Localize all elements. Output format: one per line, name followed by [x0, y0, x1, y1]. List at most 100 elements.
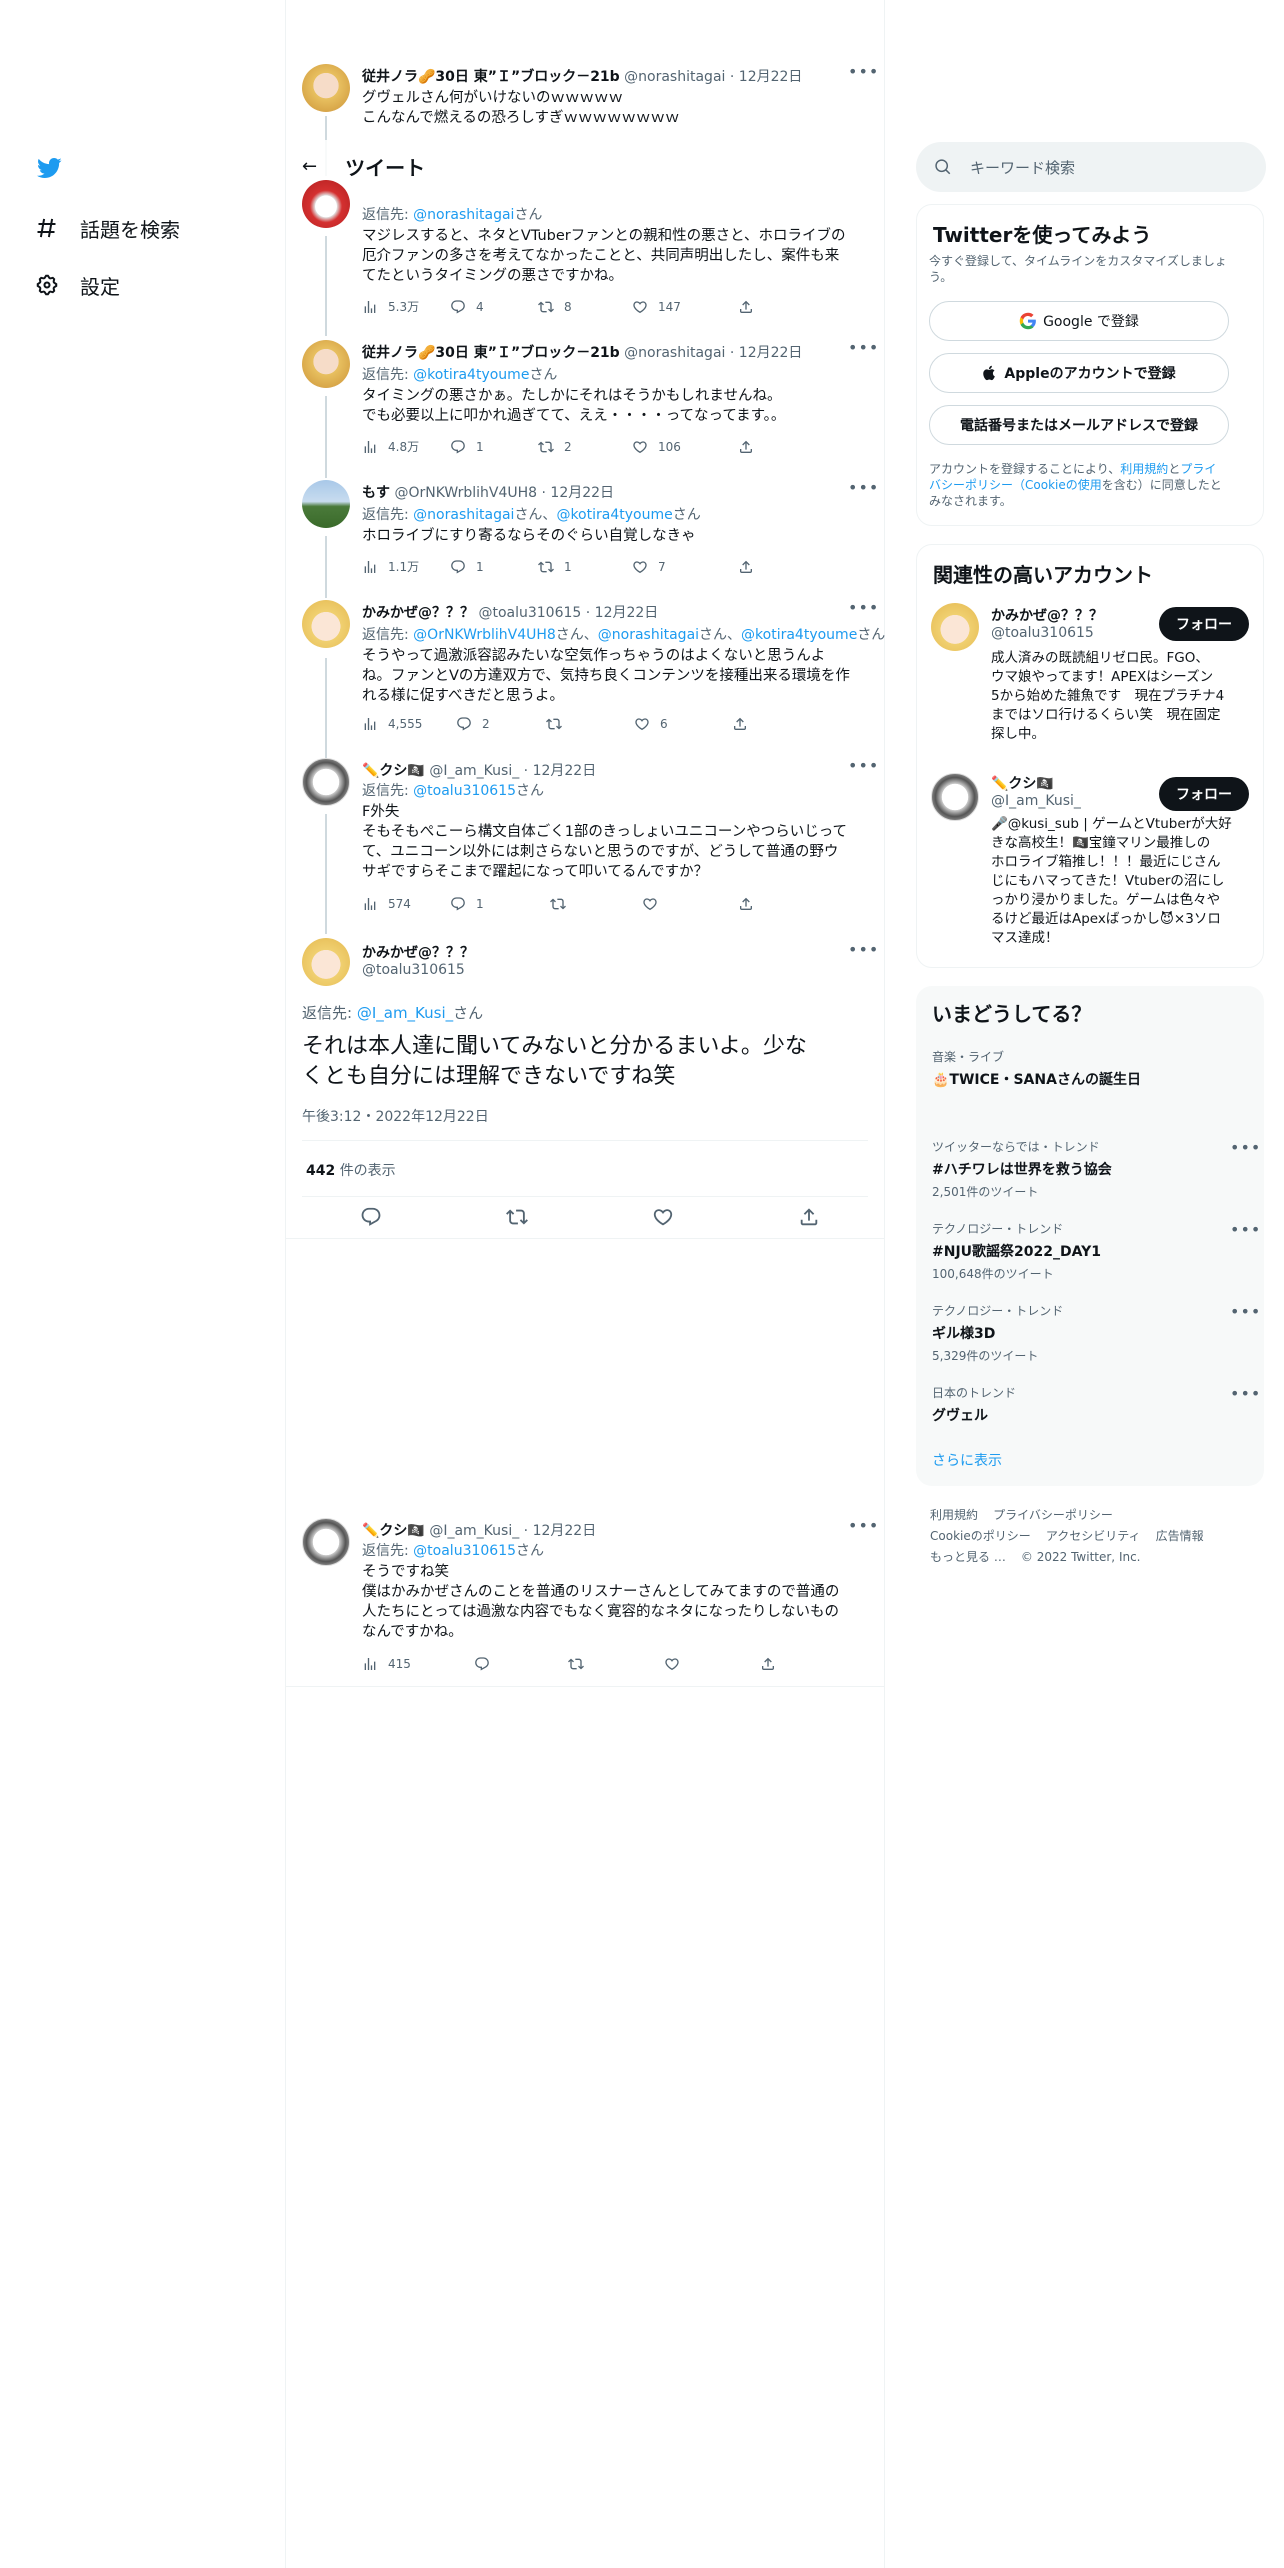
account-name[interactable]: かみかぜ@？？？	[991, 605, 1103, 625]
reply-button[interactable]: 1	[450, 559, 538, 575]
reply-handle-link[interactable]: @kotira4tyoume	[556, 507, 672, 523]
like-button[interactable]: 106	[632, 439, 738, 455]
like-button[interactable]: 7	[632, 559, 738, 575]
nav-explore[interactable]: 話題を検索	[34, 213, 180, 243]
google-signup-button[interactable]: Google で登録	[929, 301, 1229, 341]
like-icon[interactable]	[652, 1206, 674, 1228]
avatar[interactable]	[302, 480, 350, 528]
trend-item[interactable]: テクノロジー・トレンド ギル様3D 5,329件のツイート	[932, 1302, 1063, 1364]
tweet-date[interactable]: 12月22日	[533, 763, 597, 779]
retweet-button[interactable]	[546, 716, 634, 732]
phone-email-signup-button[interactable]: 電話番号またはメールアドレスで登録	[929, 405, 1229, 445]
reply-handle-link[interactable]: @kotira4tyoume	[741, 627, 857, 643]
retweet-button[interactable]	[568, 1656, 664, 1672]
trend-item[interactable]: 日本のトレンド グヴェル	[932, 1384, 1016, 1425]
footer-link[interactable]: プライバシーポリシー	[993, 1508, 1113, 1522]
trend-item[interactable]: 音楽・ライブ 🎂TWICE・SANAさんの誕生日	[932, 1048, 1141, 1089]
follow-button[interactable]: フォロー	[1159, 777, 1249, 811]
reply-handle-link[interactable]: @toalu310615	[413, 1543, 516, 1559]
reply-button[interactable]: 2	[456, 716, 546, 732]
more-icon[interactable]: •••	[848, 598, 879, 617]
reply-handle-link[interactable]: @norashitagai	[598, 627, 699, 643]
avatar[interactable]	[302, 64, 350, 112]
footer-link[interactable]: 利用規約	[930, 1508, 978, 1522]
views-button[interactable]: 415	[362, 1656, 474, 1672]
share-button[interactable]	[738, 299, 764, 315]
like-button[interactable]: 147	[632, 299, 738, 315]
tweet-timestamp[interactable]: 午後3:12・2022年12月22日	[302, 1106, 489, 1126]
more-icon[interactable]: •••	[848, 338, 879, 357]
footer-more-link[interactable]: もっと見る …	[930, 1550, 1006, 1564]
reply-handle-link[interactable]: @norashitagai	[413, 207, 514, 223]
author-name[interactable]: 従井ノラ🥜30日 東”Ｉ”ブロック－21b	[362, 345, 620, 361]
apple-signup-button[interactable]: Appleのアカウントで登録	[929, 353, 1229, 393]
retweet-button[interactable]: 8	[538, 299, 632, 315]
more-icon[interactable]: •••	[1230, 1220, 1261, 1239]
author-name[interactable]: ✏️クシ🏴‍☠️	[362, 763, 425, 779]
trend-item[interactable]: ツイッターならでは・トレンド #ハチワレは世界を救う協会 2,501件のツイート	[932, 1138, 1112, 1200]
footer-link[interactable]: アクセシビリティ	[1046, 1529, 1141, 1543]
follow-button[interactable]: フォロー	[1159, 607, 1249, 641]
tweet-date[interactable]: 12月22日	[550, 485, 614, 501]
more-icon[interactable]: •••	[848, 478, 879, 497]
avatar[interactable]	[931, 773, 979, 821]
more-icon[interactable]: •••	[1230, 1384, 1261, 1403]
author-name[interactable]: もす	[362, 485, 390, 501]
views-count[interactable]: 442 件の表示	[306, 1160, 396, 1180]
retweet-button[interactable]: 1	[538, 559, 632, 575]
more-icon[interactable]: •••	[1230, 1302, 1261, 1321]
share-button[interactable]	[760, 1656, 786, 1672]
author-handle[interactable]: @norashitagai	[624, 69, 725, 85]
author-name[interactable]: かみかぜ@？？？	[362, 605, 474, 621]
back-arrow-icon[interactable]: ←	[302, 156, 317, 177]
author-handle[interactable]: @toalu310615	[478, 605, 581, 621]
reply-handle-link[interactable]: @kotira4tyoume	[413, 367, 529, 383]
reply-icon[interactable]	[360, 1206, 382, 1228]
more-icon[interactable]: •••	[848, 62, 879, 81]
search-bar[interactable]: キーワード検索	[916, 142, 1266, 192]
author-name[interactable]: かみかぜ@？？？	[362, 942, 474, 962]
reply-handle-link[interactable]: @toalu310615	[413, 783, 516, 799]
more-icon[interactable]: •••	[1230, 1138, 1261, 1157]
like-button[interactable]	[642, 896, 738, 912]
reply-button[interactable]: 1	[450, 896, 550, 912]
tweet-date[interactable]: 12月22日	[533, 1523, 597, 1539]
more-icon[interactable]: •••	[848, 756, 879, 775]
reply-button[interactable]	[474, 1656, 568, 1672]
reply-button[interactable]: 1	[450, 439, 538, 455]
share-button[interactable]	[738, 439, 764, 455]
avatar[interactable]	[302, 758, 350, 806]
retweet-icon[interactable]	[506, 1206, 528, 1228]
like-button[interactable]	[664, 1656, 760, 1672]
share-button[interactable]	[738, 896, 764, 912]
nav-settings[interactable]: 設定	[34, 270, 120, 300]
reply-button[interactable]: 4	[450, 299, 538, 315]
author-name[interactable]: ✏️クシ🏴‍☠️	[362, 1523, 425, 1539]
retweet-button[interactable]: 2	[538, 439, 632, 455]
avatar[interactable]	[302, 600, 350, 648]
author-handle[interactable]: @toalu310615	[362, 962, 465, 978]
avatar[interactable]	[302, 1518, 350, 1566]
footer-link[interactable]: Cookieのポリシー	[930, 1529, 1031, 1543]
more-icon[interactable]: •••	[848, 940, 879, 959]
author-handle[interactable]: @OrNKWrblihV4UH8	[394, 485, 537, 501]
avatar[interactable]	[931, 603, 979, 651]
author-handle[interactable]: @norashitagai	[624, 345, 725, 361]
share-icon[interactable]	[798, 1206, 820, 1228]
like-button[interactable]: 6	[634, 716, 732, 732]
views-button[interactable]: 574	[362, 896, 450, 912]
avatar[interactable]	[302, 180, 350, 228]
avatar[interactable]	[302, 340, 350, 388]
avatar[interactable]	[302, 938, 350, 986]
reply-handle-link[interactable]: @I_am_Kusi_	[357, 1004, 453, 1022]
views-button[interactable]: 5.3万	[362, 298, 450, 315]
views-button[interactable]: 4.8万	[362, 438, 450, 455]
views-button[interactable]: 1.1万	[362, 558, 450, 575]
account-handle[interactable]: @toalu310615	[991, 625, 1094, 641]
share-button[interactable]	[738, 559, 764, 575]
footer-link[interactable]: 広告情報	[1156, 1529, 1204, 1543]
tweet-date[interactable]: 12月22日	[739, 345, 803, 361]
author-name[interactable]: 従井ノラ🥜30日 東”Ｉ”ブロック－21b	[362, 69, 620, 85]
account-handle[interactable]: @I_am_Kusi_	[991, 793, 1081, 809]
account-name[interactable]: ✏️クシ🏴‍☠️	[991, 773, 1054, 793]
